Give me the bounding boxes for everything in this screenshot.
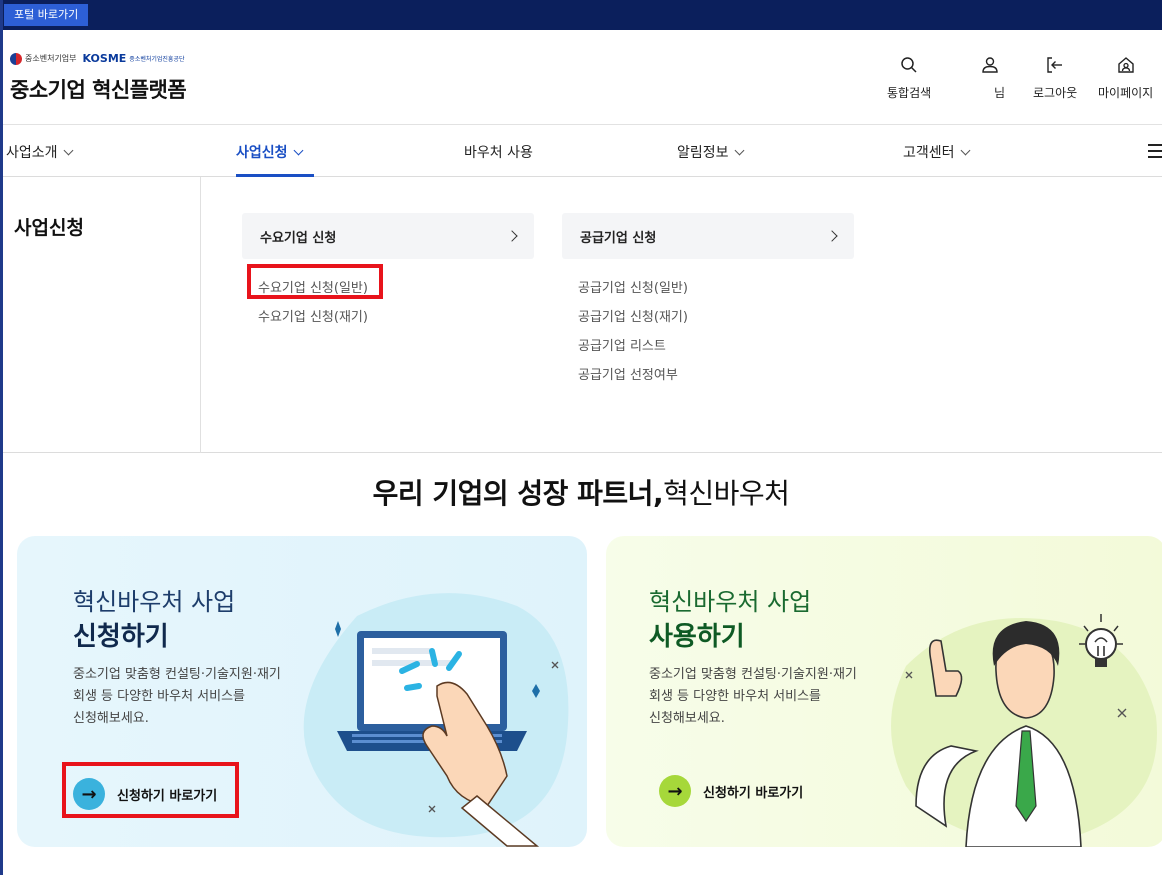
integrated-search-button[interactable]: 통합검색 — [887, 54, 931, 101]
hamburger-menu-icon[interactable] — [1148, 144, 1162, 162]
submenu-link-supply-selection[interactable]: 공급기업 선정여부 — [578, 366, 678, 395]
chevron-down-icon — [734, 145, 744, 155]
nav-item-about[interactable]: 사업소개 — [6, 142, 73, 162]
submenu-link-supply-restart[interactable]: 공급기업 신청(재기) — [578, 308, 688, 337]
card-subheading: 신청하기 — [73, 622, 169, 652]
banner-title-regular: 혁신바우처 — [663, 477, 790, 510]
util-label: 님 — [994, 86, 1006, 100]
submenu-link-supply-general[interactable]: 공급기업 신청(일반) — [578, 279, 688, 308]
kosme-subtitle: 중소벤처기업진흥공단 — [129, 56, 185, 63]
user-name-button[interactable]: 님 — [974, 54, 1005, 101]
banner-title: 우리 기업의 성장 파트너,혁신바우처 — [0, 472, 1162, 512]
group-title: 공급기업 신청 — [580, 230, 657, 246]
desc-line: 신청해보세요. — [649, 711, 725, 726]
businessman-illustration — [891, 614, 1157, 847]
logo-line[interactable]: 중소벤처기업부 KOSME 중소벤처기업진흥공단 — [10, 52, 185, 65]
chevron-right-icon — [506, 230, 518, 242]
chevron-right-icon — [826, 230, 838, 242]
government-emblem-icon — [10, 52, 22, 65]
nav-label: 고객센터 — [903, 145, 955, 161]
nav-label: 바우처 사용 — [464, 145, 533, 161]
banner-title-bold: 우리 기업의 성장 파트너, — [372, 477, 664, 510]
portal-shortcut-link[interactable]: 포털 바로가기 — [4, 4, 89, 26]
nav-label: 사업신청 — [236, 145, 288, 161]
highlight-box — [62, 762, 239, 818]
top-strip: 포털 바로가기 — [0, 0, 1162, 30]
desc-line: 회생 등 다양한 바우처 서비스를 — [649, 689, 822, 704]
arrow-right-icon: → — [659, 775, 691, 807]
nav-item-support[interactable]: 고객센터 — [903, 142, 970, 162]
divider — [200, 177, 201, 453]
desc-line: 회생 등 다양한 바우처 서비스를 — [73, 689, 246, 704]
submenu-title: 사업신청 — [14, 217, 84, 239]
util-label: 통합검색 — [887, 86, 932, 100]
site-header: 중소벤처기업부 KOSME 중소벤처기업진흥공단 중소기업 혁신플랫폼 통합검색… — [0, 30, 1162, 125]
logout-icon — [1045, 54, 1065, 76]
submenu-group-header[interactable]: 공급기업 신청 — [562, 213, 854, 259]
use-shortcut-button[interactable]: → 신청하기 바로가기 — [659, 771, 803, 811]
chevron-down-icon — [293, 145, 303, 155]
highlight-box — [247, 264, 383, 299]
search-icon — [899, 54, 919, 76]
card-heading: 혁신바우처 사업 — [649, 588, 812, 616]
site-title[interactable]: 중소기업 혁신플랫폼 — [10, 74, 187, 104]
chevron-down-icon — [960, 145, 970, 155]
use-card: 혁신바우처 사업 사용하기 중소기업 맞춤형 컨설팅·기술지원·재기 회생 등 … — [606, 536, 1162, 847]
global-nav: 사업소개 사업신청 바우처 사용 알림정보 고객센터 — [0, 125, 1162, 177]
submenu-group-header[interactable]: 수요기업 신청 — [242, 213, 534, 259]
window-edge — [0, 0, 3, 875]
user-icon — [980, 54, 1000, 76]
submenu-group-supply: 공급기업 신청 공급기업 신청(일반) 공급기업 신청(재기) 공급기업 리스트… — [562, 213, 854, 395]
nav-item-apply[interactable]: 사업신청 — [236, 142, 303, 162]
nav-label: 알림정보 — [677, 145, 729, 161]
submenu-link-supply-list[interactable]: 공급기업 리스트 — [578, 337, 666, 366]
group-title: 수요기업 신청 — [260, 230, 337, 246]
nav-item-notice[interactable]: 알림정보 — [677, 142, 744, 162]
ministry-name: 중소벤처기업부 — [25, 54, 77, 63]
kosme-logo: KOSME — [82, 52, 127, 65]
submenu-panel: 사업신청 수요기업 신청 수요기업 신청(일반) 수요기업 신청(재기) 공급기… — [0, 177, 1162, 453]
mypage-button[interactable]: 마이페이지 — [1098, 54, 1153, 101]
laptop-illustration — [303, 593, 569, 847]
card-description: 중소기업 맞춤형 컨설팅·기술지원·재기 회생 등 다양한 바우처 서비스를 신… — [73, 664, 313, 730]
chevron-down-icon — [63, 145, 73, 155]
desc-line: 신청해보세요. — [73, 711, 149, 726]
nav-label: 사업소개 — [6, 145, 58, 161]
home-user-icon — [1116, 54, 1136, 76]
submenu-link-demand-restart[interactable]: 수요기업 신청(재기) — [258, 308, 368, 337]
card-description: 중소기업 맞춤형 컨설팅·기술지원·재기 회생 등 다양한 바우처 서비스를 신… — [649, 664, 889, 730]
desc-line: 중소기업 맞춤형 컨설팅·기술지원·재기 — [73, 667, 281, 682]
card-heading: 혁신바우처 사업 — [73, 588, 236, 616]
card-subheading: 사용하기 — [649, 622, 745, 652]
button-label: 신청하기 바로가기 — [703, 785, 804, 801]
util-label: 로그아웃 — [1033, 86, 1078, 100]
util-label: 마이페이지 — [1098, 86, 1154, 100]
desc-line: 중소기업 맞춤형 컨설팅·기술지원·재기 — [649, 667, 857, 682]
logout-button[interactable]: 로그아웃 — [1033, 54, 1077, 101]
nav-item-voucher-use[interactable]: 바우처 사용 — [464, 142, 533, 162]
